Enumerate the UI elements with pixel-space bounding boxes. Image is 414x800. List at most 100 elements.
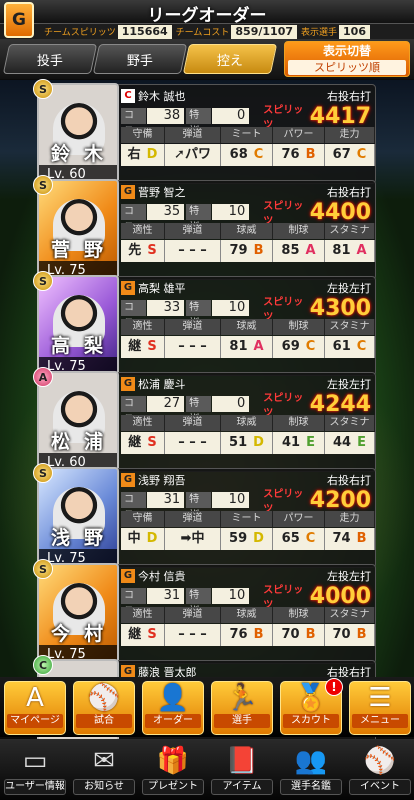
player-card[interactable]: 鈴木Lv. 60S C鈴木 誠也右投右打コス38特訓0スピリッツ4417守備弾道ミ…: [33, 79, 376, 187]
subnav-label: イベント: [349, 779, 411, 795]
stat-value: 68: [229, 147, 248, 162]
cost-value: 33: [146, 300, 185, 316]
stat-grade: C: [305, 339, 316, 354]
nav-scout-button[interactable]: 🏅 スカウト!: [280, 678, 343, 735]
stat-label: 走力: [325, 511, 375, 527]
spirits-value: 4244: [309, 391, 371, 417]
cost-value: 38: [146, 108, 185, 124]
stat-label: 弾道: [165, 607, 221, 623]
nav-mypage-button[interactable]: A マイページ: [4, 681, 66, 735]
rank-badge: S: [33, 463, 53, 483]
display-toggle-title: 表示切替: [322, 44, 371, 58]
name-row: C 鈴木 誠也 右投右打: [121, 87, 375, 105]
top-bar: リーグオーダー: [0, 0, 414, 26]
stat-value: 69: [281, 339, 300, 354]
training-value: 10: [211, 204, 250, 220]
nav-order-button[interactable]: 👤 オーダー: [142, 681, 204, 735]
stat-value: 59: [229, 531, 248, 546]
stat-value: 76: [229, 627, 248, 642]
stat-value: 継: [128, 339, 142, 354]
subnav-icon: 📕: [225, 746, 259, 776]
player-card[interactable]: 菅野Lv. 75SG菅野 智之右投右打コス35特訓10スピリッツ4400適性弾道…: [33, 175, 376, 283]
player-card[interactable]: 高梨Lv. 75SG高梨 雄平左投左打コス33特訓10スピリッツ4300適性弾道…: [33, 271, 376, 379]
cost-value: 859/1107: [231, 24, 298, 39]
stat-cell: 68 C: [221, 144, 273, 166]
stat-cell: 74 B: [325, 528, 375, 550]
training-label: 特訓: [186, 396, 211, 425]
throw-bat: 右投右打: [327, 90, 371, 103]
cost-row: コス31特訓10スピリッツ4000: [121, 584, 375, 617]
player-info: G浅野 翔吾右投右打コス31特訓10スピリッツ4200守備弾道ミートパワー走力中…: [121, 471, 375, 550]
stat-label: 守備: [121, 127, 165, 143]
subnav-label: プレゼント: [142, 779, 204, 795]
name-row: G 今村 信貴 左投左打: [121, 567, 375, 585]
name-row: G 松浦 慶斗 左投左打: [121, 375, 375, 393]
stat-grade: C: [305, 531, 316, 546]
throw-bat: 左投左打: [327, 378, 371, 391]
subnav-item-button[interactable]: 📕 アイテム: [209, 743, 275, 797]
player-portrait: 高梨 Lv. 75: [37, 275, 119, 379]
subnav-user-button[interactable]: ▭ ユーザー情報: [2, 743, 68, 797]
stat-value: ➡中: [180, 531, 205, 546]
stat-cell: – – –: [165, 336, 221, 358]
training-value: 10: [211, 492, 250, 508]
stat-label: パワー: [273, 511, 325, 527]
show-value: 106: [339, 24, 370, 39]
cost-label: チームコスト: [175, 28, 230, 38]
training-value: 10: [211, 300, 250, 316]
subnav-present-button[interactable]: 🎁 プレゼント: [140, 743, 206, 797]
throw-bat: 左投左打: [327, 282, 371, 295]
stat-cell: 61 C: [325, 336, 375, 358]
stat-cell: 81 A: [325, 240, 375, 262]
stat-label: 弾道: [165, 415, 221, 431]
throw-bat: 右投右打: [327, 186, 371, 199]
tab-bench[interactable]: 控え: [182, 44, 278, 74]
subnav-icon: ✉: [93, 746, 115, 776]
player-card[interactable]: 松浦Lv. 60A G松浦 慶斗左投左打コス27特訓0スピリッツ4244適性弾道球…: [33, 367, 376, 475]
stat-value: 右: [127, 147, 141, 162]
stat-value: 79: [229, 243, 248, 258]
nav-menu-button[interactable]: ☰ メニュー: [349, 681, 411, 735]
stat-grade: B: [253, 627, 264, 642]
training-value: 0: [211, 108, 250, 124]
stat-label: スタミナ: [325, 223, 375, 239]
subnav-event-button[interactable]: ⚾ イベント: [347, 743, 413, 797]
display-toggle-button[interactable]: 表示切替 スピリッツ順: [284, 41, 410, 77]
stat-grade: C: [356, 339, 367, 354]
stat-value-row: 右 D ➚パワ 68 C 76 B 67 C: [121, 144, 375, 166]
cost-value: 31: [146, 492, 185, 508]
player-short-name: 鈴木: [51, 143, 118, 165]
stat-cell: 先S: [121, 240, 165, 262]
team-icon: G: [121, 281, 135, 295]
stat-cell: 81 A: [221, 336, 273, 358]
training-label: 特訓: [186, 108, 211, 137]
stat-grade: A: [253, 339, 264, 354]
nav-label: 選手: [214, 714, 270, 728]
subnav-news-button[interactable]: ✉ お知らせ: [71, 743, 137, 797]
tab-fielder[interactable]: 野手: [92, 44, 188, 74]
subnav-directory-button[interactable]: 👥 選手名鑑: [278, 743, 344, 797]
spirit-value: 115664: [117, 24, 172, 39]
nav-label: マイページ: [7, 714, 63, 728]
subnav-icon: 🎁: [156, 746, 190, 776]
player-card[interactable]: 浅野Lv. 75S G浅野 翔吾右投右打コス31特訓10スピリッツ4200守備弾道…: [33, 463, 376, 571]
stat-value: 81: [332, 243, 351, 258]
tab-pitcher[interactable]: 投手: [2, 44, 98, 74]
name-row: G 高梨 雄平 左投左打: [121, 279, 375, 297]
team-stats-bar: チームスピリッツ 115664 チームコスト 859/1107 表示選手 106: [0, 24, 414, 39]
rank-badge: C: [33, 655, 53, 675]
stat-value: – – –: [178, 243, 207, 258]
nav-label: スカウト: [283, 714, 339, 728]
player-card[interactable]: 今村Lv. 75SG今村 信貴左投左打コス31特訓10スピリッツ4000適性弾道…: [33, 559, 376, 667]
stat-value: 81: [229, 339, 248, 354]
training-label: 特訓: [186, 300, 211, 329]
nav-players-button[interactable]: 🏃 選手: [211, 681, 273, 735]
cost-label: コス: [121, 300, 146, 329]
stat-value: 65: [281, 531, 300, 546]
stat-label: 球威: [221, 607, 273, 623]
stat-grade: B: [253, 243, 264, 258]
nav-match-button[interactable]: ⚾ 試合: [73, 681, 135, 735]
stat-label: 球威: [221, 319, 273, 335]
stat-label: パワー: [273, 127, 325, 143]
team-icon: C: [121, 89, 135, 103]
